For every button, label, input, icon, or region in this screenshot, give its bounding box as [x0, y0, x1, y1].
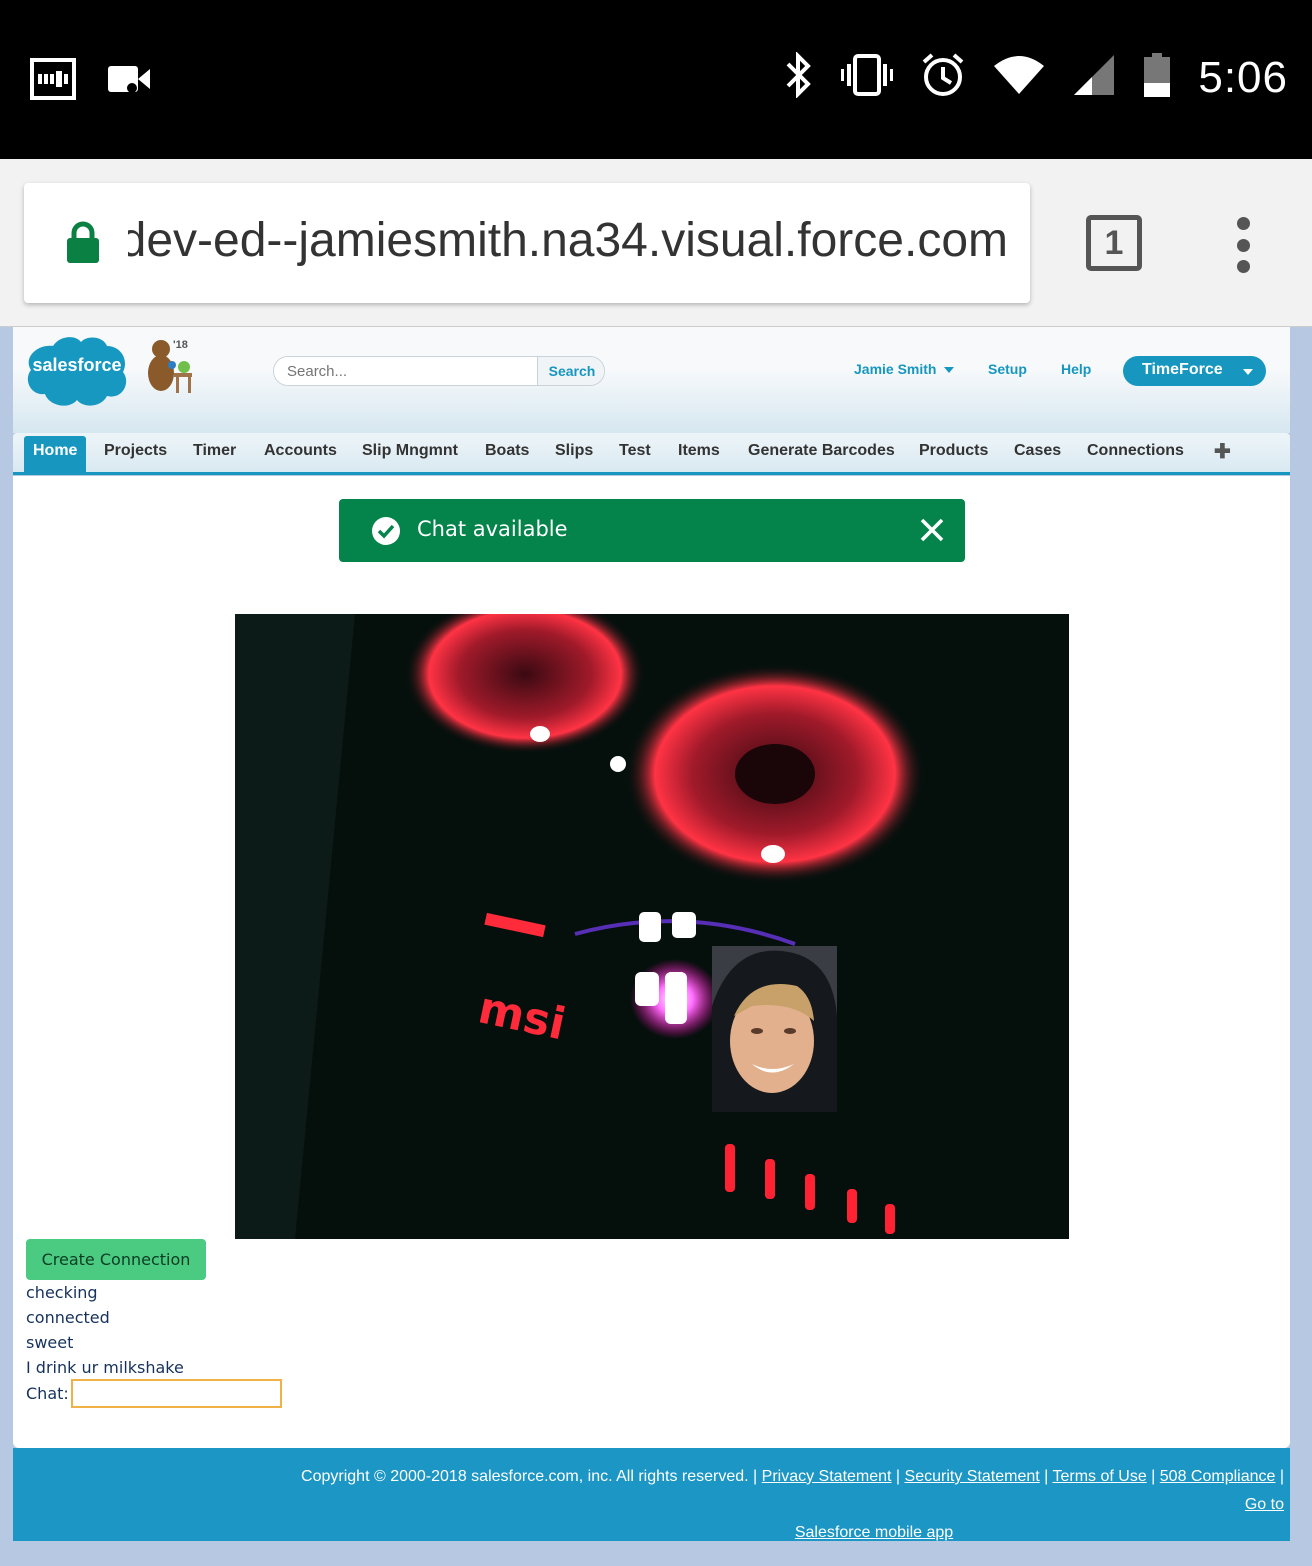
battery-icon [1142, 53, 1172, 102]
setup-link[interactable]: Setup [988, 361, 1027, 377]
remote-video-frame: msi [235, 614, 1069, 1239]
remote-video: msi [235, 614, 1069, 1239]
address-bar[interactable]: dev-ed--jamiesmith.na34.visual.force.com [24, 183, 1030, 303]
global-search: Search [273, 356, 605, 386]
local-video-preview [712, 946, 837, 1112]
tab-generate-barcodes[interactable]: Generate Barcodes [748, 442, 895, 460]
android-status-bar: 5:06 [0, 0, 1312, 159]
log-entry: sweet [26, 1333, 74, 1352]
more-options-icon[interactable] [1234, 217, 1252, 273]
chat-input[interactable] [71, 1379, 282, 1408]
lock-icon [66, 221, 100, 270]
mobile-app-link[interactable]: Salesforce mobile app [795, 1524, 953, 1541]
check-circle-icon [371, 516, 401, 551]
wifi-icon [992, 54, 1046, 101]
toast-message: Chat available [417, 517, 568, 541]
tab-slip-mngmnt[interactable]: Slip Mngmnt [362, 442, 458, 460]
chat-available-toast: Chat available [339, 499, 965, 562]
sf-header: salesforce '18 Search Jamie Smith Setup … [13, 327, 1290, 433]
tab-cases[interactable]: Cases [1014, 442, 1061, 460]
security-statement-link[interactable]: Security Statement [905, 1468, 1040, 1485]
tab-boats[interactable]: Boats [485, 442, 529, 460]
help-link[interactable]: Help [1061, 361, 1091, 377]
url-text[interactable]: dev-ed--jamiesmith.na34.visual.force.com [128, 213, 1008, 268]
video-camera-icon [106, 64, 152, 99]
salesforce-page: salesforce '18 Search Jamie Smith Setup … [13, 327, 1290, 1541]
clock: 5:06 [1198, 52, 1288, 102]
create-connection-button[interactable]: Create Connection [26, 1239, 206, 1280]
bluetooth-icon [784, 51, 814, 103]
search-input[interactable] [274, 357, 537, 385]
tab-slips[interactable]: Slips [555, 442, 593, 460]
local-video-frame [712, 946, 837, 1112]
tab-test[interactable]: Test [619, 442, 651, 460]
cast-screen-icon [30, 58, 76, 105]
log-entry: connected [26, 1308, 110, 1327]
salesforce-logo-text: salesforce [32, 355, 122, 375]
tab-switcher-button[interactable]: 1 [1086, 215, 1142, 271]
add-tab-icon[interactable]: ✚ [1214, 439, 1231, 464]
tab-items[interactable]: Items [678, 442, 720, 460]
alarm-icon [920, 52, 966, 103]
footer: Copyright © 2000-2018 salesforce.com, in… [13, 1448, 1290, 1541]
cell-signal-icon [1072, 53, 1116, 102]
tab-bar: Home Projects Timer Accounts Slip Mngmnt… [13, 433, 1290, 475]
tab-connections[interactable]: Connections [1087, 442, 1184, 460]
log-entry: checking [26, 1283, 98, 1302]
browser-toolbar: dev-ed--jamiesmith.na34.visual.force.com… [0, 159, 1312, 327]
close-icon[interactable] [917, 515, 947, 550]
badge-year: '18 [173, 339, 188, 351]
search-button[interactable]: Search [537, 357, 604, 385]
chevron-down-icon [944, 367, 955, 374]
app-switcher[interactable]: TimeForce [1123, 356, 1266, 386]
tab-accounts[interactable]: Accounts [264, 442, 337, 460]
mobile-app-link-start[interactable]: Go to [1245, 1496, 1284, 1513]
chat-label: Chat: [26, 1384, 69, 1403]
main-content: Chat available msi Create Connection che… [13, 476, 1290, 1448]
app-name: TimeForce [1142, 361, 1223, 378]
terms-of-use-link[interactable]: Terms of Use [1052, 1468, 1146, 1485]
compliance-link[interactable]: 508 Compliance [1160, 1468, 1276, 1485]
astro-bear-icon [148, 340, 192, 393]
tab-products[interactable]: Products [919, 442, 988, 460]
user-name: Jamie Smith [854, 361, 937, 377]
tab-timer[interactable]: Timer [193, 442, 236, 460]
log-entry: I drink ur milkshake [26, 1358, 184, 1377]
privacy-statement-link[interactable]: Privacy Statement [762, 1468, 892, 1485]
copyright-text: Copyright © 2000-2018 salesforce.com, in… [301, 1468, 749, 1485]
user-menu[interactable]: Jamie Smith [854, 361, 955, 377]
chevron-down-icon [1243, 369, 1253, 375]
vibrate-icon [840, 54, 894, 101]
tab-projects[interactable]: Projects [104, 442, 167, 460]
tab-home[interactable]: Home [24, 436, 87, 472]
